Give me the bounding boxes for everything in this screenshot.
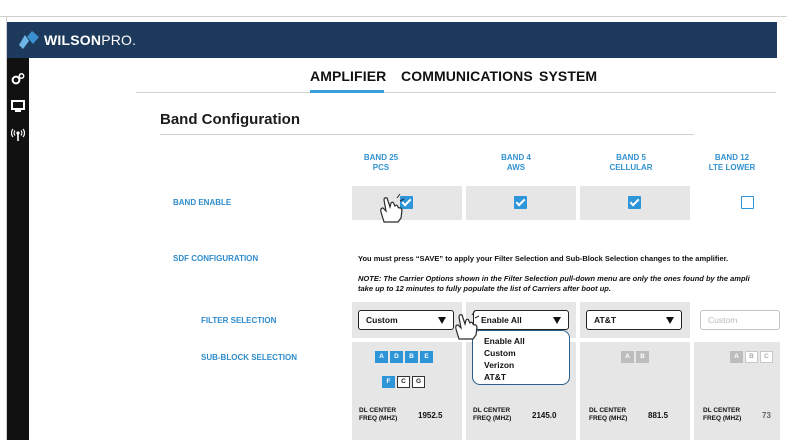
filter-selection-label: FILTER SELECTION [201, 316, 277, 325]
dl-center-label: DL CENTER FREQ (MHZ) [703, 407, 741, 423]
subblock-chip[interactable]: G [412, 376, 425, 388]
chevron-down-icon [666, 317, 674, 324]
band-5-subblock-cell [580, 342, 690, 440]
subblock-chip[interactable]: A [375, 351, 388, 363]
tab-communications[interactable]: COMMUNICATIONS [401, 68, 533, 84]
select-value: Custom [708, 315, 738, 325]
dl-center-line2: FREQ (MHZ) [589, 415, 628, 422]
dl-center-label: DL CENTER FREQ (MHZ) [359, 407, 397, 423]
app-window: WILSONPRO. AMPLIFIER COMMUNICATIONS SYST… [0, 0, 787, 440]
subblock-chip[interactable]: D [390, 351, 403, 363]
gears-icon[interactable] [11, 72, 25, 86]
sdf-configuration-label: SDF CONFIGURATION [173, 254, 259, 263]
monitor-icon[interactable] [11, 99, 25, 113]
band-5-header: BAND 5 CELLULAR [576, 153, 686, 173]
band-5-dl-center-value: 881.5 [648, 411, 669, 420]
band-4-dl-center-value: 2145.0 [532, 411, 557, 420]
carrier-note-line1: NOTE: The Carrier Options shown in the F… [358, 274, 750, 283]
dl-center-line2: FREQ (MHZ) [473, 415, 512, 422]
band-25-filter-select[interactable]: Custom [358, 310, 454, 330]
band-4-filter-select[interactable]: Enable All [473, 310, 569, 330]
brand-thin: PRO. [101, 32, 137, 48]
wilson-logo-icon [19, 31, 39, 49]
band-name: BAND 25 [363, 153, 399, 162]
band-enable-label: BAND ENABLE [173, 198, 232, 207]
band-5-filter-select[interactable]: AT&T [586, 310, 682, 330]
band-25-dl-center-value: 1952.5 [418, 411, 443, 420]
dl-center-line1: DL CENTER [359, 407, 397, 414]
sub-block-selection-label: SUB-BLOCK SELECTION [201, 353, 297, 362]
nav-divider [136, 92, 776, 93]
chevron-down-icon [438, 317, 446, 324]
antenna-icon[interactable] [11, 128, 25, 142]
subblock-chip[interactable]: B [636, 351, 649, 363]
dl-center-line1: DL CENTER [473, 407, 511, 414]
top-bar: WILSONPRO. [7, 22, 777, 58]
save-note: You must press “SAVE” to apply your Filt… [358, 254, 729, 263]
subblock-chip[interactable]: F [382, 376, 395, 388]
hand-pointer-icon [380, 193, 405, 223]
brand-logo: WILSONPRO. [44, 32, 136, 48]
dropdown-option[interactable]: Enable All [484, 335, 569, 347]
subblock-chip[interactable]: C [397, 376, 410, 388]
chevron-down-icon [553, 317, 561, 324]
hand-pointer-icon [455, 310, 480, 340]
side-rail [7, 58, 29, 440]
tab-system[interactable]: SYSTEM [539, 68, 597, 84]
active-tab-indicator [310, 90, 384, 93]
subblock-chip[interactable]: C [760, 351, 773, 363]
dl-center-label: DL CENTER FREQ (MHZ) [473, 407, 511, 423]
dropdown-option[interactable]: Custom [484, 347, 569, 359]
subblock-chip[interactable]: E [420, 351, 433, 363]
band-name: BAND 4 [501, 153, 531, 162]
frame-top-border [0, 16, 787, 17]
page-title: Band Configuration [160, 111, 300, 128]
tab-amplifier[interactable]: AMPLIFIER [310, 68, 386, 84]
subblock-chip[interactable]: B [405, 351, 418, 363]
dropdown-option[interactable]: Verizon [484, 359, 569, 371]
band-sub: LTE LOWER [708, 163, 756, 172]
band-12-dl-center-value: 73 [762, 411, 771, 420]
band-25-header: BAND 25 PCS [326, 153, 436, 173]
band-sub: CELLULAR [609, 163, 653, 172]
band-4-header: BAND 4 AWS [461, 153, 571, 173]
dl-center-line1: DL CENTER [703, 407, 741, 414]
band-sub: AWS [506, 163, 526, 172]
dl-center-label: DL CENTER FREQ (MHZ) [589, 407, 627, 423]
select-value: AT&T [594, 315, 617, 325]
band-name: BAND 5 [616, 153, 646, 162]
brand-bold: WILSON [44, 32, 102, 48]
band-4-enable-checkbox[interactable] [514, 196, 527, 209]
band-sub: PCS [372, 163, 390, 172]
dl-center-line2: FREQ (MHZ) [359, 415, 398, 422]
subblock-chip[interactable]: B [745, 351, 758, 363]
filter-dropdown-menu: Enable All Custom Verizon AT&T [472, 330, 570, 385]
select-value: Enable All [481, 315, 522, 325]
title-divider [160, 134, 694, 135]
select-value: Custom [366, 315, 398, 325]
subblock-chip[interactable]: A [730, 351, 743, 363]
subblock-chip[interactable]: A [621, 351, 634, 363]
band-5-enable-checkbox[interactable] [628, 196, 641, 209]
band-12-enable-checkbox[interactable] [741, 196, 754, 209]
dl-center-line1: DL CENTER [589, 407, 627, 414]
band-12-header: BAND 12 LTE LOWER [677, 153, 787, 173]
band-12-filter-select[interactable]: Custom [700, 310, 780, 330]
carrier-note-line2: take up to 12 minutes to fully populate … [358, 284, 611, 293]
dropdown-option[interactable]: AT&T [484, 371, 569, 383]
band-name: BAND 12 [714, 153, 750, 162]
dl-center-line2: FREQ (MHZ) [703, 415, 742, 422]
